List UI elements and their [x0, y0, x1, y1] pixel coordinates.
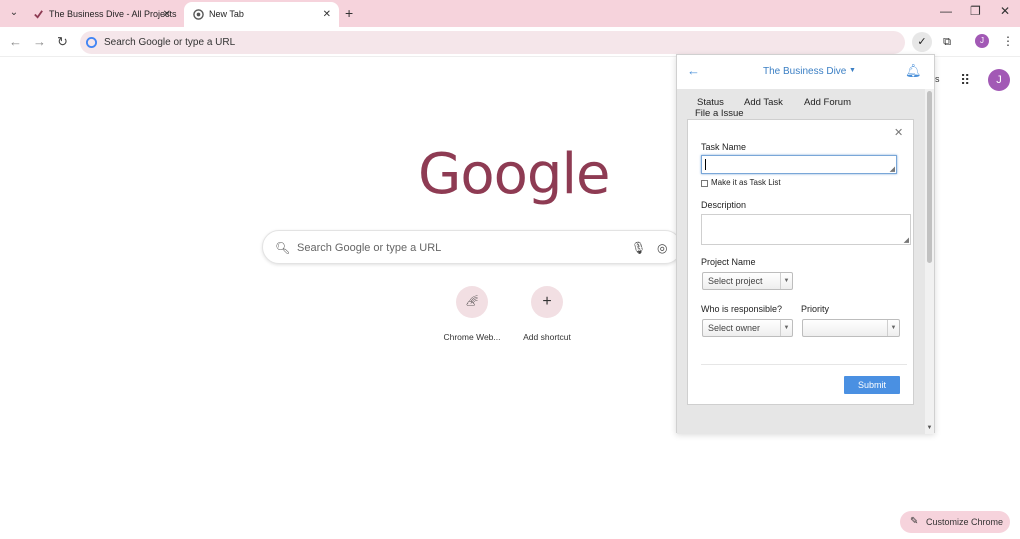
project-switcher[interactable]: The Business Dive [763, 66, 846, 77]
tab-search-button[interactable]: ⌄ [6, 5, 22, 21]
back-arrow-icon[interactable]: ← [687, 63, 700, 78]
tab-add-task[interactable]: Add Task [744, 97, 783, 108]
shortcut-label: Chrome Web... [443, 332, 501, 342]
extension-popup: ← The Business Dive ▼ 🔔︎ Status Add Task… [676, 54, 935, 434]
tab-add-forum[interactable]: Add Forum [804, 97, 851, 108]
priority-label: Priority [801, 304, 830, 314]
owner-select-value: Select owner [708, 323, 761, 333]
add-task-form: ✕ Task Name ◢ Make it as Task List Descr… [687, 119, 914, 405]
google-logo: Google [418, 142, 610, 207]
submit-button[interactable]: Submit [844, 376, 900, 394]
plus-icon: + [531, 286, 563, 318]
business-dive-favicon-icon [34, 10, 43, 19]
close-window-icon[interactable]: ✕ [1000, 4, 1010, 18]
description-textarea[interactable]: ◢ [701, 214, 911, 245]
caret-down-icon[interactable]: ▼ [849, 67, 856, 74]
tab-title: The Business Dive - All Projects [49, 9, 177, 19]
close-icon[interactable]: ✕ [894, 126, 903, 139]
tab-file-issue[interactable]: File a Issue [695, 108, 744, 119]
minimize-icon[interactable]: — [940, 4, 952, 18]
profile-avatar[interactable]: J [975, 34, 989, 48]
popup-header: ← The Business Dive ▼ 🔔︎ [677, 55, 934, 89]
new-tab-plus-icon[interactable]: + [345, 5, 353, 21]
popup-scrollbar[interactable]: ▼ [925, 89, 934, 434]
search-placeholder: Search Google or type a URL [297, 242, 442, 254]
form-divider [701, 364, 907, 365]
customize-chrome-button[interactable]: ✎ Customize Chrome [900, 511, 1010, 533]
dropdown-arrow-icon: ▼ [887, 320, 899, 336]
omnibox[interactable]: Search Google or type a URL [80, 31, 905, 54]
apps-grid-icon[interactable]: ⠿ [960, 72, 970, 89]
dropdown-arrow-icon: ▼ [780, 320, 792, 336]
resize-handle-icon[interactable]: ◢ [904, 236, 909, 244]
customize-label: Customize Chrome [926, 517, 1004, 527]
forward-icon[interactable]: → [33, 34, 46, 49]
tab-new-tab[interactable]: New Tab ✕ [184, 2, 339, 27]
tab-close-icon[interactable]: ✕ [163, 2, 171, 27]
voice-search-icon[interactable]: 🎙︎ [631, 231, 646, 265]
task-name-input[interactable]: ◢ [701, 155, 897, 174]
search-icon: 🔍︎ [275, 241, 291, 255]
popup-body: Status Add Task Add Forum File a Issue ✕… [677, 89, 925, 434]
scroll-down-icon[interactable]: ▼ [925, 425, 934, 434]
bell-icon[interactable]: 🔔︎ [905, 63, 922, 79]
project-select-value: Select project [708, 276, 763, 286]
task-name-label: Task Name [701, 142, 747, 152]
lens-camera-icon[interactable]: ◎ [657, 231, 667, 265]
back-icon[interactable]: ← [9, 34, 22, 49]
chrome-favicon-icon [193, 9, 204, 20]
project-name-label: Project Name [701, 257, 756, 267]
omnibox-text: Search Google or type a URL [104, 37, 236, 48]
responsible-label: Who is responsible? [701, 304, 783, 314]
extensions-puzzle-icon[interactable]: ⧉ [937, 32, 957, 52]
restore-icon[interactable]: ❐ [970, 4, 981, 18]
tab-business-dive[interactable]: The Business Dive - All Projects ✕ [24, 2, 179, 27]
reload-icon[interactable]: ↻ [57, 34, 68, 50]
priority-select[interactable]: ▼ [802, 319, 900, 337]
scrollbar-thumb[interactable] [927, 91, 932, 263]
text-cursor [705, 159, 706, 170]
tab-title: New Tab [209, 9, 244, 19]
dropdown-arrow-icon: ▼ [780, 273, 792, 289]
business-dive-extension-icon[interactable]: ✓ [912, 32, 932, 52]
chrome-web-store-icon: 🌈︎ [456, 286, 488, 318]
tab-status[interactable]: Status [697, 97, 724, 108]
google-account-avatar[interactable]: J [988, 69, 1010, 91]
google-g-icon [86, 37, 97, 48]
project-select[interactable]: Select project ▼ [702, 272, 793, 290]
google-search-box[interactable]: 🔍︎ Search Google or type a URL 🎙︎ ◎ [262, 230, 682, 264]
shortcut-chrome-web-store[interactable]: 🌈︎ Chrome Web... [442, 286, 502, 342]
chrome-menu-icon[interactable]: ⋮ [1002, 34, 1014, 48]
tab-strip: ⌄ The Business Dive - All Projects ✕ New… [0, 0, 1020, 27]
description-label: Description [701, 200, 747, 210]
owner-select[interactable]: Select owner ▼ [702, 319, 793, 337]
browser-toolbar: ← → ↻ Search Google or type a URL ✓ ⧉ [0, 27, 1020, 57]
resize-handle-icon[interactable]: ◢ [890, 165, 895, 173]
task-list-checkbox[interactable] [701, 180, 708, 187]
tab-close-icon[interactable]: ✕ [323, 2, 331, 27]
shortcut-label: Add shortcut [523, 332, 571, 342]
pencil-icon: ✎ [910, 516, 919, 527]
shortcut-add[interactable]: + Add shortcut [517, 286, 577, 342]
task-list-checkbox-label: Make it as Task List [711, 178, 781, 187]
